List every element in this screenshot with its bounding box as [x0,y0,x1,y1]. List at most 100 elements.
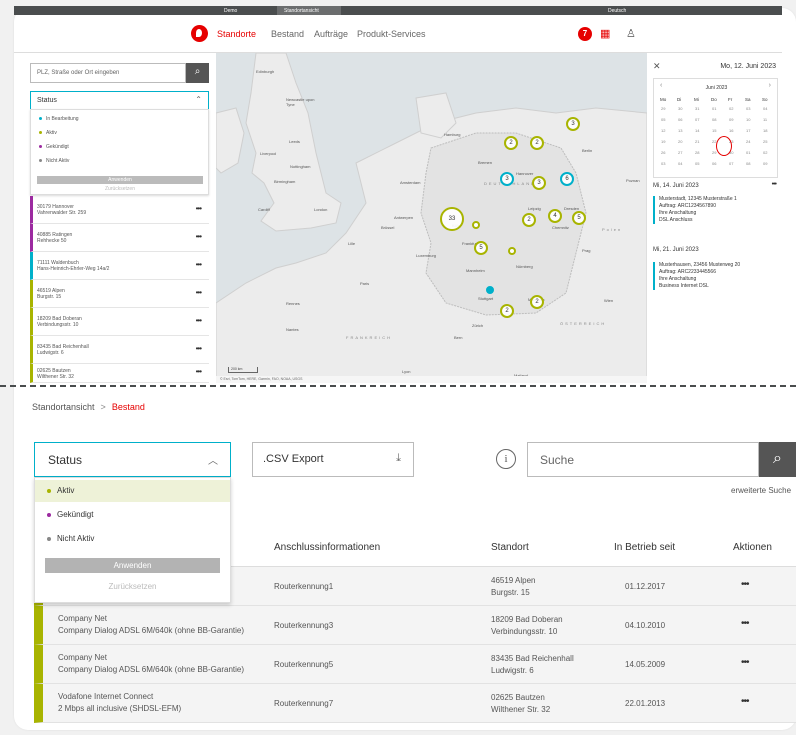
calendar-day[interactable]: 07 [695,117,699,122]
status-option-gekuendigt[interactable]: Gekündigt [35,504,230,526]
calendar-day[interactable]: 02 [763,150,767,155]
status-option[interactable]: Nicht Aktiv [39,158,69,164]
calendar-day[interactable]: 05 [695,161,699,166]
column-header[interactable]: Aktionen [733,542,772,553]
map-view[interactable]: Edinburgh Newcastle upon Tyne Leeds Live… [216,53,647,383]
more-icon[interactable]: ••• [196,204,202,213]
calendar-day[interactable]: 18 [763,128,767,133]
calendar-day[interactable]: 16 [729,128,733,133]
nav-produkt-services[interactable]: Produkt-Services [357,29,426,39]
table-row[interactable]: Company Net Company Dialog ADSL 6M/640k … [34,645,796,684]
map-cluster[interactable]: 4 [548,209,562,223]
more-icon[interactable]: ••• [741,696,749,707]
map-cluster[interactable]: 3 [532,176,546,190]
language-select[interactable]: Deutsch [608,8,626,14]
map-cluster[interactable]: 2 [504,136,518,150]
calendar-day[interactable]: 06 [678,117,682,122]
event-card[interactable]: Musterhausen, 23456 Musterweg 20 Auftrag… [653,262,778,290]
calendar-day[interactable]: 27 [678,150,682,155]
more-icon[interactable]: ••• [196,367,202,376]
calendar-day[interactable]: 09 [763,161,767,166]
more-icon[interactable]: ••• [772,181,777,188]
calendar-day[interactable]: 12 [661,128,665,133]
calendar-day[interactable]: 01 [712,106,716,111]
map-cluster[interactable]: 2 [500,304,514,318]
more-icon[interactable]: ••• [196,344,202,353]
more-icon[interactable]: ••• [741,657,749,668]
table-row[interactable]: Vodafone Internet Connect 2 Mbps all inc… [34,684,796,723]
calendar-day[interactable]: 24 [746,139,750,144]
calendar-day[interactable]: 29 [661,106,665,111]
map-cluster[interactable]: 3 [566,117,580,131]
status-filter[interactable]: Status ︿ [34,442,231,477]
top-tab-label[interactable]: Standortansicht [284,8,319,14]
nav-auftraege[interactable]: Aufträge [314,29,348,39]
column-header[interactable]: Standort [491,542,529,553]
calendar-day[interactable]: 19 [661,139,665,144]
info-icon[interactable]: i [496,449,516,469]
calendar-day[interactable]: 20 [678,139,682,144]
search-icon[interactable]: ⌕ [186,63,209,83]
location-row[interactable]: 40885 Ratingen Rehhecke 50 ••• [30,224,209,252]
calendar-day[interactable]: 15 [712,128,716,133]
status-option[interactable]: Aktiv [39,130,57,136]
chevron-right-icon[interactable]: › [769,82,771,89]
breadcrumb-item[interactable]: Standortansicht [32,402,95,412]
calendar-day[interactable]: 28 [695,150,699,155]
calendar-day[interactable]: 14 [695,128,699,133]
calendar-day[interactable]: 29 [712,150,716,155]
calendar-day[interactable]: 02 [729,106,733,111]
status-filter-small[interactable]: Status ⌃ [30,91,209,110]
calendar-day[interactable]: 21 [695,139,699,144]
vodafone-logo-icon[interactable] [191,25,208,42]
more-icon[interactable]: ••• [741,618,749,629]
calendar-day[interactable]: 09 [729,117,733,122]
location-row[interactable]: 02625 Bautzen Wilthener Str. 32 ••• [30,364,209,383]
table-row[interactable]: Company Net Company Dialog ADSL 6M/640k … [34,606,796,645]
apply-button-small[interactable]: Anwenden [37,176,203,184]
calendar-day[interactable]: 08 [746,161,750,166]
calendar-day[interactable]: 03 [661,161,665,166]
apply-button[interactable]: Anwenden [45,558,220,573]
map-cluster[interactable]: 5 [572,211,586,225]
location-search-input[interactable]: PLZ, Straße oder Ort eingeben [30,63,186,83]
location-row[interactable]: 71111 Waldenbuch Hans-Heinrich-Ehrler-Weg… [30,252,209,280]
reset-button-small[interactable]: Zurücksetzen [37,186,203,192]
map-cluster[interactable]: 5 [474,241,488,255]
status-option-aktiv[interactable]: Aktiv [35,480,230,502]
calendar-day[interactable]: 25 [763,139,767,144]
calendar-day[interactable]: 03 [746,106,750,111]
notification-badge[interactable]: 7 [578,27,592,41]
more-icon[interactable]: ••• [196,316,202,325]
user-icon[interactable]: ♙ [626,27,636,40]
more-icon[interactable]: ••• [741,579,749,590]
location-row[interactable]: 83435 Bad Reichenhall Ludwigstr. 6 ••• [30,336,209,364]
calendar-day[interactable]: 17 [746,128,750,133]
calendar-icon[interactable]: ▦ [600,27,610,40]
column-header[interactable]: In Betrieb seit [614,542,675,553]
calendar-day[interactable]: 08 [712,117,716,122]
close-icon[interactable]: ✕ [653,61,661,72]
reset-button[interactable]: Zurücksetzen [45,582,220,591]
calendar-day[interactable]: 26 [661,150,665,155]
location-row[interactable]: 46519 Alpen Burgstr. 15 ••• [30,280,209,308]
nav-standorte[interactable]: Standorte [217,29,256,39]
map-cluster[interactable]: 2 [530,295,544,309]
more-icon[interactable]: ••• [196,288,202,297]
location-row[interactable]: 30179 Hannover Vahrenwalder Str. 259 ••• [30,196,209,224]
more-icon[interactable]: ••• [196,260,202,269]
search-icon[interactable]: ⌕ [759,442,796,477]
calendar-day[interactable]: 30 [678,106,682,111]
column-header[interactable]: Anschlussinformationen [274,542,380,553]
calendar-day[interactable]: 06 [712,161,716,166]
calendar-day[interactable]: 13 [678,128,682,133]
calendar-day[interactable]: 04 [763,106,767,111]
event-card[interactable]: Musterstadt, 12345 Musterstraße 1 Auftra… [653,196,778,224]
calendar-day[interactable]: 31 [695,106,699,111]
status-option-nicht-aktiv[interactable]: Nicht Aktiv [35,528,230,550]
map-cluster[interactable]: 33 [440,207,464,231]
map-cluster[interactable]: 6 [560,172,574,186]
map-cluster[interactable]: 2 [522,213,536,227]
more-icon[interactable]: ••• [196,232,202,241]
csv-export-button[interactable]: .CSV Export ⤓ [252,442,414,477]
